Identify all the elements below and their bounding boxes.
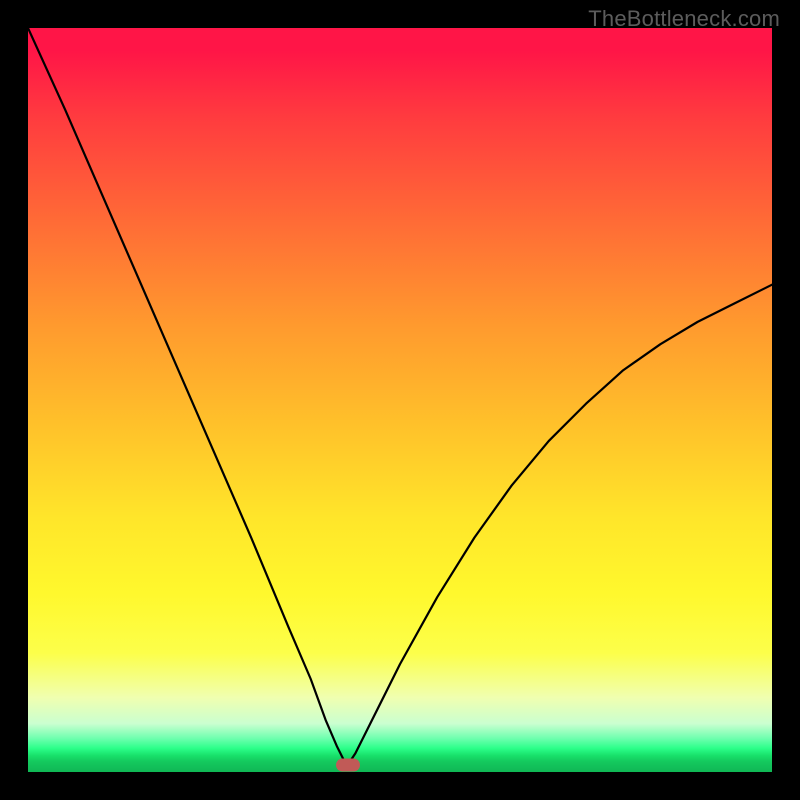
- plot-area: [28, 28, 772, 772]
- bottleneck-curve: [28, 28, 772, 772]
- optimal-marker: [336, 758, 360, 771]
- watermark-text: TheBottleneck.com: [588, 6, 780, 32]
- chart-container: TheBottleneck.com: [0, 0, 800, 800]
